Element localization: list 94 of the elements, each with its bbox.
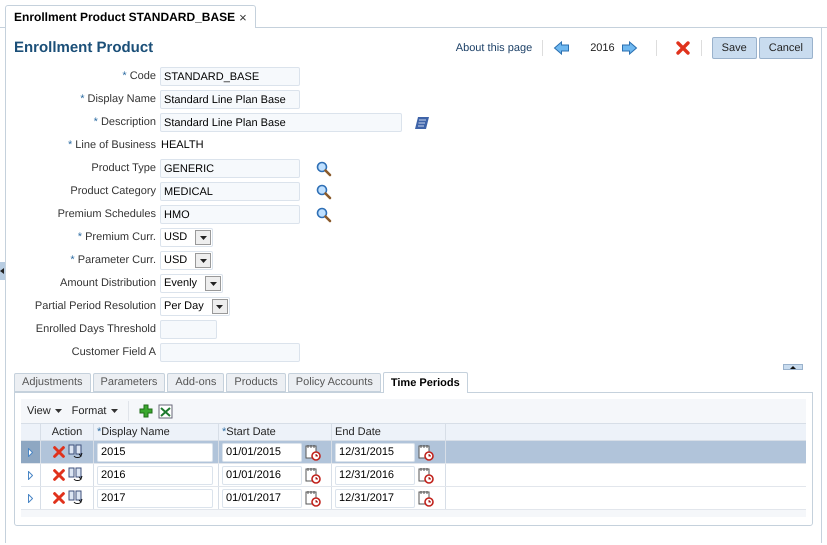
sidebar-collapse-handle[interactable] (0, 262, 5, 280)
input-field[interactable]: STANDARD_BASE (160, 67, 300, 86)
date-field[interactable]: 12/31/2015 (335, 442, 415, 462)
table-row[interactable]: 2016 01/01/2016 12/31/2016 (21, 464, 806, 487)
format-menu[interactable]: Format (72, 402, 118, 420)
calendar-icon[interactable] (418, 444, 434, 460)
dropdown-button[interactable] (195, 230, 212, 245)
field-label: Product Type (90, 161, 157, 176)
table-row[interactable]: 2015 01/01/2015 12/31/2015 (21, 441, 806, 464)
caret-icon (0, 268, 4, 274)
field-label: * Premium Curr. (76, 230, 157, 246)
name-field[interactable]: 2016 (97, 466, 213, 484)
date-field[interactable]: 01/01/2017 (222, 488, 302, 508)
field-label: Partial Period Resolution (34, 299, 157, 314)
tab[interactable]: Products (226, 373, 286, 392)
copy-icon[interactable] (68, 490, 82, 506)
caret-icon (200, 258, 207, 262)
tab-title: Enrollment Product STANDARD_BASE (14, 9, 236, 26)
tab[interactable]: Add-ons (167, 373, 224, 392)
calendar-icon[interactable] (305, 444, 321, 460)
field-label: * Line of Business (66, 138, 157, 154)
field-label: * Parameter Curr. (69, 253, 157, 268)
notepad-icon[interactable] (414, 116, 430, 130)
name-field[interactable]: 2015 (97, 442, 213, 462)
date-field[interactable]: 01/01/2015 (222, 442, 302, 462)
column-header: *Start Date (219, 424, 332, 440)
date-field[interactable]: 12/31/2017 (335, 488, 415, 508)
column-header: Action (41, 424, 94, 440)
page-title: Enrollment Product (14, 38, 154, 58)
expand-icon[interactable] (28, 494, 33, 502)
year-label: 2016 (590, 40, 615, 56)
next-arrow-icon[interactable] (620, 40, 638, 56)
tab[interactable]: Policy Accounts (288, 373, 381, 392)
tab[interactable]: Adjustments (14, 373, 91, 392)
caret-icon (200, 236, 207, 240)
caret-icon (790, 366, 796, 368)
search-icon[interactable] (316, 160, 332, 176)
caret-icon (216, 304, 224, 308)
dropdown[interactable]: USD (160, 228, 214, 247)
field-label: * Code (121, 69, 157, 84)
calendar-icon[interactable] (305, 466, 321, 484)
caret-icon (110, 409, 118, 413)
search-icon[interactable] (316, 206, 332, 222)
caret-icon (210, 282, 217, 286)
input-field[interactable]: Standard Line Plan Base (160, 90, 300, 109)
field-label: * Display Name (79, 92, 157, 108)
document-tab[interactable]: Enrollment Product STANDARD_BASE × (5, 5, 256, 28)
about-link[interactable]: About this page (456, 40, 532, 56)
expand-icon[interactable] (28, 448, 33, 456)
input-field[interactable]: Standard Line Plan Base (160, 113, 402, 132)
dropdown[interactable]: Per Day (160, 297, 230, 316)
dropdown-button[interactable] (195, 253, 212, 268)
copy-icon[interactable] (68, 467, 82, 483)
copy-icon[interactable] (68, 444, 82, 460)
field-label: Premium Schedules (56, 207, 157, 222)
tab[interactable]: Parameters (92, 373, 166, 392)
calendar-icon[interactable] (305, 490, 321, 506)
field-label: Enrolled Days Threshold (34, 322, 157, 338)
delete-icon[interactable] (674, 40, 691, 56)
input-field[interactable]: HMO (160, 205, 300, 224)
expand-icon[interactable] (28, 470, 33, 480)
previous-arrow-icon[interactable] (553, 40, 570, 56)
tab[interactable]: Time Periods (382, 372, 468, 393)
field-label: * Description (92, 115, 157, 130)
dropdown-button[interactable] (205, 276, 222, 291)
save-button[interactable]: Save (712, 37, 757, 59)
search-icon[interactable] (316, 184, 332, 200)
input-field[interactable]: MEDICAL (160, 182, 300, 201)
input-field[interactable] (160, 343, 300, 362)
view-menu[interactable]: View (27, 402, 62, 420)
table-row[interactable]: 2017 01/01/2017 12/31/2017 (21, 487, 806, 510)
delete-icon[interactable] (52, 491, 66, 505)
dropdown[interactable]: Evenly (160, 274, 224, 293)
calendar-icon[interactable] (418, 490, 434, 506)
column-header: *Display Name (94, 424, 219, 440)
field-value: HEALTH (160, 138, 204, 154)
delete-icon[interactable] (52, 468, 66, 482)
column-header: End Date (332, 424, 446, 440)
caret-icon (54, 409, 62, 413)
field-label: Customer Field A (70, 345, 157, 360)
input-field[interactable]: GENERIC (160, 159, 300, 178)
collapse-button[interactable] (783, 364, 803, 370)
field-label: Amount Distribution (59, 276, 157, 292)
add-icon[interactable] (138, 404, 152, 418)
date-field[interactable]: 01/01/2016 (222, 466, 302, 484)
input-field[interactable] (160, 320, 217, 339)
dropdown-button[interactable] (212, 299, 228, 314)
cancel-button[interactable]: Cancel (758, 37, 813, 59)
calendar-icon[interactable] (418, 466, 434, 484)
close-icon[interactable]: × (239, 10, 247, 24)
field-label: Product Category (69, 184, 157, 200)
date-field[interactable]: 12/31/2016 (335, 466, 415, 484)
name-field[interactable]: 2017 (97, 488, 213, 508)
dropdown[interactable]: USD (160, 251, 214, 270)
